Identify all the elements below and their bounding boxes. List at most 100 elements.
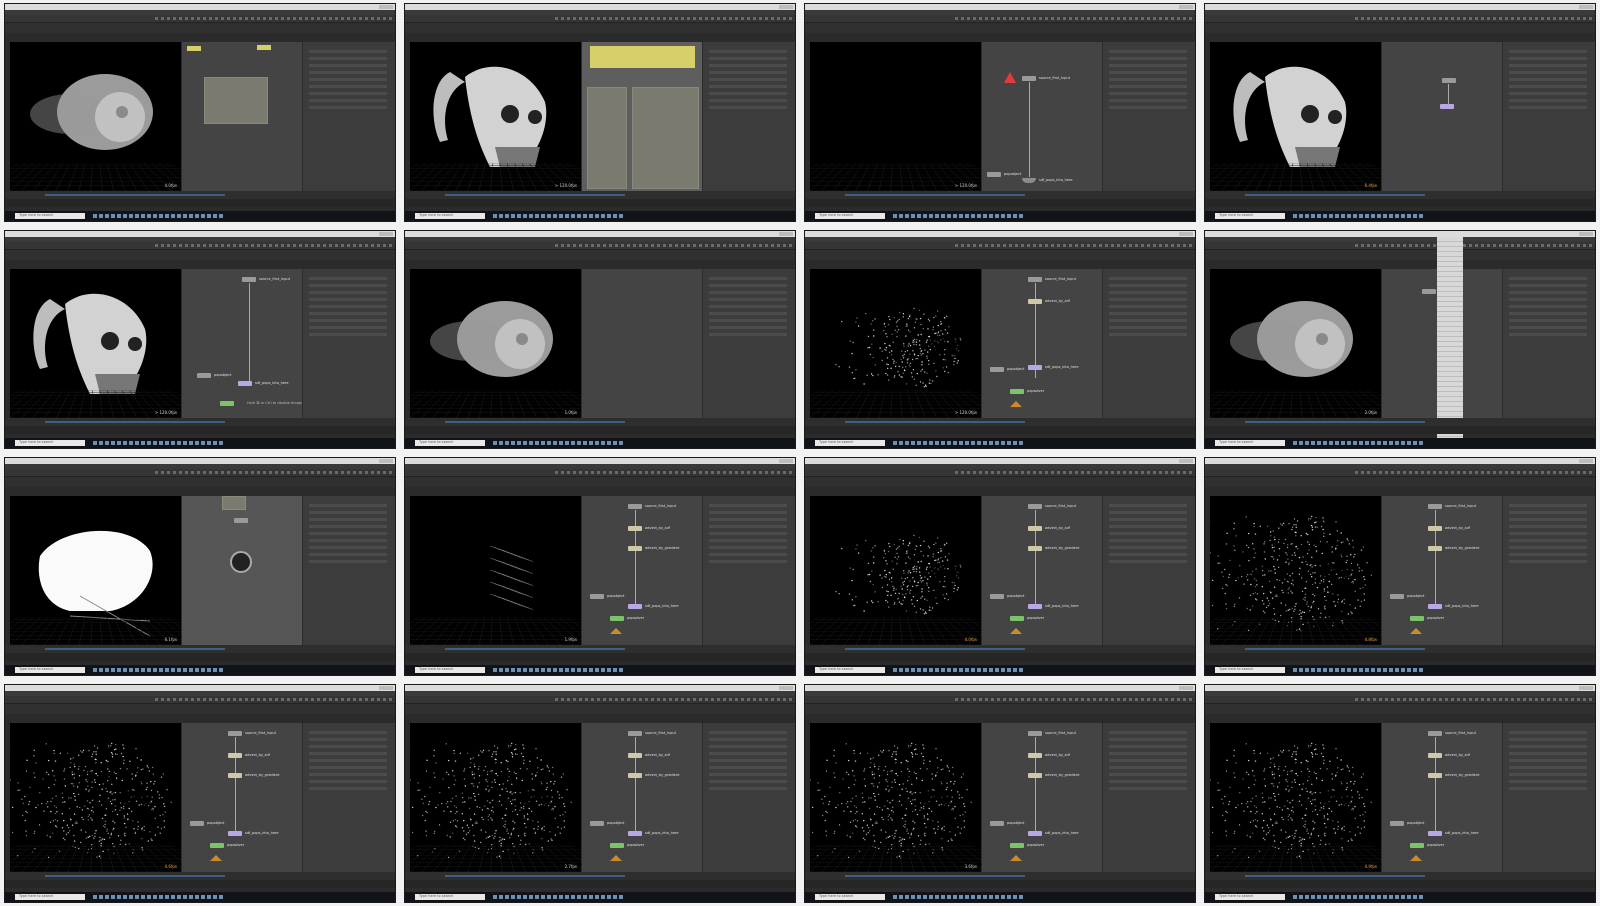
taskbar-app-icon[interactable] — [505, 895, 509, 899]
shelf-tool-icon[interactable] — [955, 244, 958, 247]
shelf-tool-icon[interactable] — [1039, 17, 1042, 20]
popsolver-node[interactable] — [210, 843, 224, 848]
shelf-tool-icon[interactable] — [1027, 244, 1030, 247]
parameter-row[interactable] — [309, 731, 387, 734]
parameter-row[interactable] — [1509, 333, 1587, 336]
shelf-tool-icon[interactable] — [1517, 244, 1520, 247]
pane-toolbar[interactable] — [405, 23, 795, 33]
taskbar-app-icon[interactable] — [929, 214, 933, 218]
taskbar-app-icon[interactable] — [1413, 214, 1417, 218]
taskbar-app-icon[interactable] — [195, 441, 199, 445]
taskbar-app-icon[interactable] — [983, 441, 987, 445]
popsolver-node[interactable] — [610, 843, 624, 848]
shelf-tool-icon[interactable] — [747, 698, 750, 701]
node-node[interactable] — [1442, 78, 1456, 83]
shelf-tool-icon[interactable] — [639, 244, 642, 247]
taskbar-app-icon[interactable] — [1299, 668, 1303, 672]
shelf-tool-icon[interactable] — [573, 698, 576, 701]
shelf-tool-icon[interactable] — [1403, 244, 1406, 247]
taskbar-app-icon[interactable] — [1007, 895, 1011, 899]
shelf-tool-icon[interactable] — [675, 17, 678, 20]
taskbar-app-icon[interactable] — [499, 895, 503, 899]
parameter-row[interactable] — [709, 57, 787, 60]
shelf-tool-icon[interactable] — [1355, 698, 1358, 701]
shelf-tool-icon[interactable] — [1033, 17, 1036, 20]
shelf-tool-icon[interactable] — [1397, 698, 1400, 701]
shelf-tool-icon[interactable] — [1559, 17, 1562, 20]
shelf-tool-icon[interactable] — [693, 17, 696, 20]
shelf-tool-icon[interactable] — [717, 17, 720, 20]
shelf-tool-icon[interactable] — [1081, 244, 1084, 247]
timeline[interactable] — [5, 645, 395, 653]
parameter-row[interactable] — [1509, 532, 1587, 535]
taskbar-app-icon[interactable] — [1001, 441, 1005, 445]
taskbar-app-icon[interactable] — [1395, 441, 1399, 445]
shelf-tool-icon[interactable] — [275, 17, 278, 20]
shelf-tool-icon[interactable] — [263, 244, 266, 247]
taskbar-app-icon[interactable] — [977, 441, 981, 445]
playback-controls[interactable] — [405, 880, 795, 888]
window-controls[interactable] — [379, 686, 393, 690]
shelf-tool-icon[interactable] — [723, 244, 726, 247]
shelf-tool-icon[interactable] — [1147, 471, 1150, 474]
shelf-tool-icon[interactable] — [1481, 244, 1484, 247]
shelf-tool-icon[interactable] — [567, 244, 570, 247]
pane-toolbar[interactable] — [805, 704, 1195, 714]
taskbar-app-icon[interactable] — [1419, 214, 1423, 218]
shelf-tool-icon[interactable] — [341, 471, 344, 474]
parameter-row[interactable] — [709, 780, 787, 783]
parameter-editor[interactable] — [1503, 269, 1595, 421]
taskbar-app-icon[interactable] — [1293, 668, 1297, 672]
taskbar-app-icon[interactable] — [1347, 441, 1351, 445]
taskbar-app-icon[interactable] — [965, 895, 969, 899]
taskbar-app-icon[interactable] — [195, 214, 199, 218]
shelf-tool-icon[interactable] — [591, 698, 594, 701]
shelf-tool-icon[interactable] — [1177, 471, 1180, 474]
shelf-tool-icon[interactable] — [663, 471, 666, 474]
shelf-tool-icon[interactable] — [269, 244, 272, 247]
taskbar-app-icon[interactable] — [213, 214, 217, 218]
parameter-row[interactable] — [309, 780, 387, 783]
parameter-row[interactable] — [309, 106, 387, 109]
shelf-tool-icon[interactable] — [961, 471, 964, 474]
parameter-row[interactable] — [1109, 780, 1187, 783]
shelf-tool-icon[interactable] — [383, 471, 386, 474]
shelf-tool-icon[interactable] — [967, 244, 970, 247]
scene-viewport[interactable]: 4.6fps — [10, 723, 181, 875]
shelf-tool-icon[interactable] — [663, 17, 666, 20]
taskbar-app-icon[interactable] — [607, 895, 611, 899]
shelf-tool-icon[interactable] — [675, 471, 678, 474]
shelf-tool-icon[interactable] — [251, 17, 254, 20]
taskbar-app-icon[interactable] — [201, 441, 205, 445]
shelf-tool-icon[interactable] — [997, 698, 1000, 701]
shelf-tool-icon[interactable] — [1493, 244, 1496, 247]
shelf-tool-icon[interactable] — [1487, 17, 1490, 20]
shelf-tool-icon[interactable] — [711, 244, 714, 247]
shelf-tool-icon[interactable] — [741, 698, 744, 701]
parameter-row[interactable] — [1509, 780, 1587, 783]
shelf-tool-icon[interactable] — [299, 17, 302, 20]
parameter-row[interactable] — [709, 92, 787, 95]
shelf-tool-icon[interactable] — [1475, 471, 1478, 474]
shelf-tool-icon[interactable] — [1379, 471, 1382, 474]
taskbar-app-icon[interactable] — [541, 214, 545, 218]
shelf-tool-icon[interactable] — [1505, 244, 1508, 247]
taskbar-app-icon[interactable] — [1329, 441, 1333, 445]
taskbar-app-icon[interactable] — [1317, 895, 1321, 899]
parameter-row[interactable] — [1509, 277, 1587, 280]
shelf-tool-icon[interactable] — [1039, 244, 1042, 247]
parameter-row[interactable] — [709, 64, 787, 67]
taskbar-app-icon[interactable] — [893, 668, 897, 672]
taskbar-app-icon[interactable] — [129, 668, 133, 672]
taskbar-search[interactable]: Type here to search — [15, 667, 85, 673]
taskbar-app-icon[interactable] — [523, 441, 527, 445]
shelf-tool-icon[interactable] — [311, 471, 314, 474]
shelf-tool-icon[interactable] — [1391, 17, 1394, 20]
shelf-tool-icon[interactable] — [1141, 698, 1144, 701]
taskbar-app-icon[interactable] — [123, 214, 127, 218]
shelf-tool-icon[interactable] — [759, 471, 762, 474]
shelf-tool-icon[interactable] — [627, 244, 630, 247]
shelf-tool-icon[interactable] — [1099, 244, 1102, 247]
parameter-row[interactable] — [1109, 312, 1187, 315]
taskbar-app-icon[interactable] — [177, 895, 181, 899]
